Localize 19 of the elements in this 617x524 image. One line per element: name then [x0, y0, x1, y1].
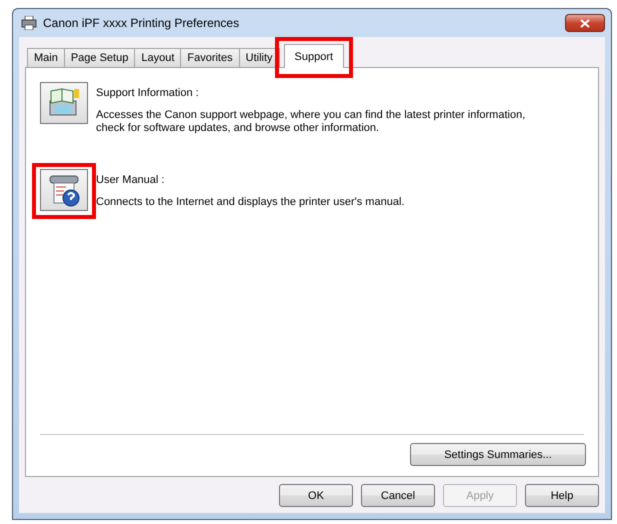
window-title: Canon iPF xxxx Printing Preferences [43, 16, 240, 30]
info-button[interactable] [40, 82, 88, 124]
tab[interactable]: Main [27, 48, 65, 67]
dialog-button[interactable]: Help [525, 484, 599, 507]
item-title: Support Information : [96, 87, 200, 99]
tab[interactable]: Favorites [180, 48, 240, 67]
item-title: User Manual : [96, 174, 166, 186]
item-description: Accesses the Canon support webpage, where you can find the latest printer information, check for software updates, and browse other information. [96, 109, 526, 135]
dialog-button[interactable]: Cancel [361, 484, 435, 507]
tab[interactable]: Layout [134, 48, 182, 67]
tab[interactable]: Page Setup [64, 48, 136, 67]
tab[interactable]: Support [284, 44, 344, 68]
printer-icon [21, 16, 37, 30]
dialog-button[interactable]: OK [279, 484, 353, 507]
close-button[interactable] [565, 14, 605, 32]
manual-button[interactable] [40, 169, 88, 211]
close-icon [580, 18, 590, 28]
item-description: Connects to the Internet and displays the printer user's manual. [96, 196, 404, 209]
settings-summaries-button[interactable]: Settings Summaries... [410, 443, 586, 466]
